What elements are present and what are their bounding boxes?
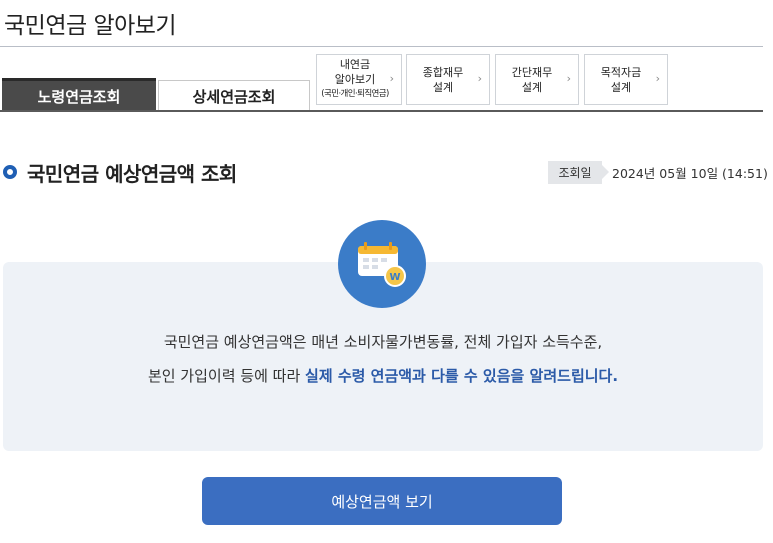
quick-link-label: 간단재무 설계 bbox=[512, 65, 552, 95]
quick-link-line2: 알아보기 bbox=[334, 73, 376, 86]
quick-link-comprehensive-finance[interactable]: 종합재무 설계 › bbox=[406, 54, 490, 105]
quick-link-label: 종합재무 설계 bbox=[423, 65, 463, 95]
quick-link-purpose-fund[interactable]: 목적자금 설계 › bbox=[584, 54, 668, 105]
info-text-highlight: 실제 수령 연금액과 다를 수 있음을 알려드립니다. bbox=[305, 367, 619, 385]
quick-link-label: 목적자금 설계 bbox=[601, 65, 641, 95]
tab-detailed-pension[interactable]: 상세연금조회 bbox=[158, 80, 310, 111]
lookup-date-value: 2024년 05월 10일 (14:51) bbox=[612, 166, 768, 181]
chevron-right-icon: › bbox=[389, 72, 394, 85]
section-bullet-icon bbox=[3, 165, 17, 179]
chevron-right-icon: › bbox=[477, 72, 482, 85]
quick-link-line1: 종합재무 bbox=[422, 65, 464, 79]
quick-link-line1: 내연금 bbox=[339, 58, 371, 71]
won-badge: W bbox=[389, 272, 400, 283]
info-text-line1: 국민연금 예상연금액은 매년 소비자물가변동률, 전체 가입자 소득수준, bbox=[163, 333, 603, 351]
info-text-line2: 본인 가입이력 등에 따라 실제 수령 연금액과 다를 수 있음을 알려드립니다… bbox=[0, 365, 766, 386]
quick-link-my-pension[interactable]: 내연금 알아보기 (국민·개인·퇴직연금) › bbox=[316, 54, 402, 105]
quick-link-label: 내연금 알아보기 (국민·개인·퇴직연금) bbox=[321, 57, 389, 102]
section-title: 국민연금 예상연금액 조회 bbox=[27, 162, 237, 186]
title-divider bbox=[0, 46, 763, 47]
chevron-right-icon: › bbox=[566, 72, 571, 85]
quick-link-line3: (국민·개인·퇴직연금) bbox=[321, 89, 389, 99]
quick-link-line2: 설계 bbox=[521, 80, 543, 94]
page-title: 국민연금 알아보기 bbox=[4, 13, 177, 39]
tab-old-age-pension[interactable]: 노령연금조회 bbox=[2, 78, 156, 111]
quick-link-line1: 간단재무 bbox=[511, 65, 553, 79]
quick-link-line2: 설계 bbox=[610, 80, 632, 94]
view-estimated-pension-button[interactable]: 예상연금액 보기 bbox=[202, 477, 562, 525]
quick-link-simple-finance[interactable]: 간단재무 설계 › bbox=[495, 54, 579, 105]
tab-divider bbox=[0, 110, 763, 112]
calendar-money-graphic: W bbox=[358, 242, 406, 287]
chevron-right-icon: › bbox=[655, 72, 660, 85]
quick-link-line1: 목적자금 bbox=[600, 65, 642, 79]
quick-link-line2: 설계 bbox=[432, 80, 454, 94]
lookup-date-label: 조회일 bbox=[548, 161, 609, 184]
info-text-prefix: 본인 가입이력 등에 따라 bbox=[147, 367, 306, 385]
calendar-money-icon: W bbox=[338, 220, 426, 308]
